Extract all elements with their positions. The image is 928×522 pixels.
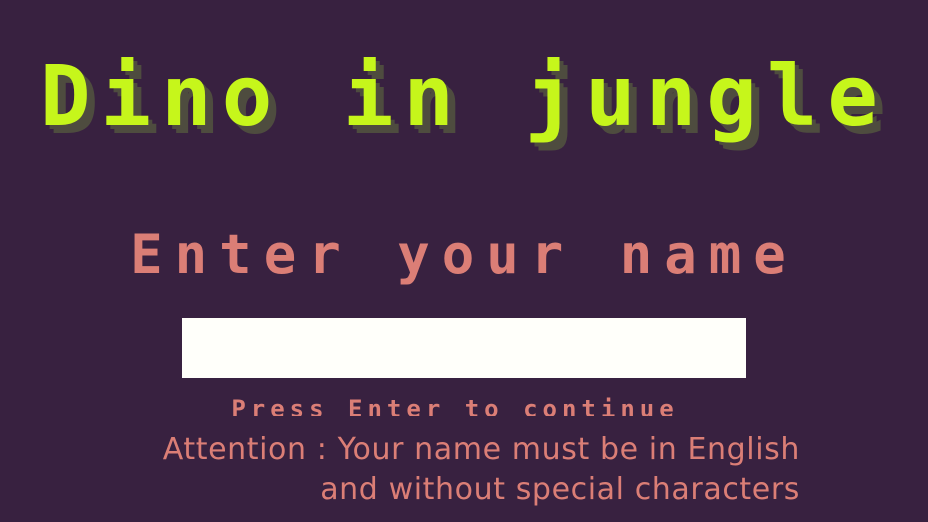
attention-line-1: Attention : Your name must be in English [162,432,800,467]
attention-line-2: and without special characters [320,472,800,507]
press-enter-hint: Press Enter to continue [231,395,679,416]
name-input[interactable] [182,318,746,378]
game-title: Dino in jungle [39,47,888,145]
attention-notice: Attention : Your name must be in English… [163,430,800,510]
enter-name-heading: Enter your name [130,223,798,286]
